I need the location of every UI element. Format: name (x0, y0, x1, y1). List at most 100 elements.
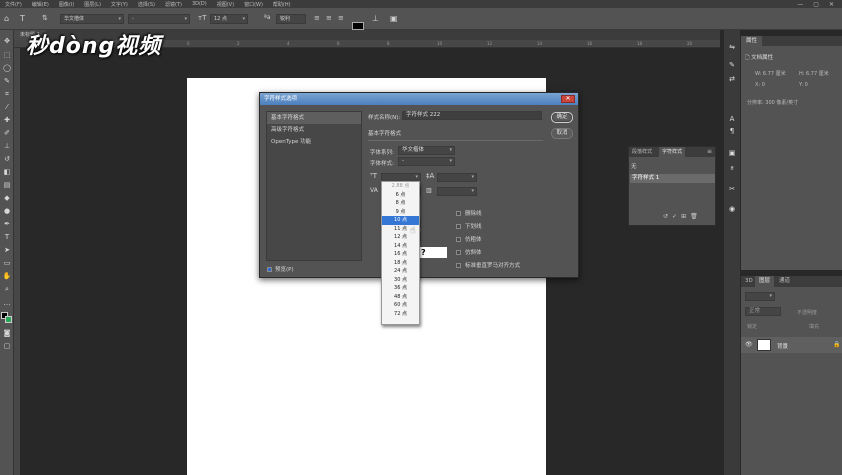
ok-button[interactable]: 确定 (551, 112, 573, 123)
underline-option[interactable]: 下划线 (456, 222, 482, 230)
faux-italic-checkbox[interactable] (456, 249, 461, 255)
character-panel-icon[interactable]: A (727, 114, 737, 124)
move-tool-icon[interactable]: ✥ (2, 36, 12, 46)
font-style-select[interactable]: - ▾ (128, 14, 190, 24)
warp-text-icon[interactable]: ⊥ (372, 14, 379, 23)
hand-tool-icon[interactable]: ✋ (2, 271, 12, 281)
dodge-tool-icon[interactable]: ● (2, 206, 12, 216)
panel-menu-icon[interactable]: ≡ (707, 148, 712, 155)
pen-tool-icon[interactable]: ✒ (2, 219, 12, 229)
tools-icon[interactable]: ✂ (727, 184, 737, 194)
menu-file[interactable]: 文件(F) (0, 1, 27, 8)
font-style-dropdown[interactable]: - ▾ (398, 157, 455, 166)
strikethrough-checkbox[interactable] (456, 210, 461, 216)
crop-tool-icon[interactable]: ⌗ (2, 89, 12, 99)
eraser-tool-icon[interactable]: ◧ (2, 167, 12, 177)
faux-italic-option[interactable]: 仿斜体 (456, 248, 482, 256)
size-option[interactable]: 6 点 (382, 191, 419, 200)
blend-mode-select[interactable]: 正常 (745, 307, 781, 316)
size-option[interactable]: 24 点 (382, 267, 419, 276)
style-name-input[interactable]: 字符样式 222 (402, 111, 542, 120)
visibility-eye-icon[interactable]: 👁 (745, 341, 753, 348)
character-panel-icon[interactable]: ▣ (390, 14, 398, 23)
size-option[interactable]: 36 点 (382, 284, 419, 293)
history-icon[interactable]: ⇋ (727, 42, 737, 52)
size-option[interactable]: 60 点 (382, 301, 419, 310)
commit-icon[interactable]: ✓ (672, 213, 681, 220)
background-color-swatch[interactable] (5, 316, 12, 323)
menu-type[interactable]: 文字(Y) (106, 1, 133, 8)
adjust-icon[interactable]: ⇄ (727, 74, 737, 84)
close-icon[interactable]: ✕ (561, 95, 575, 103)
healing-tool-icon[interactable]: ✚ (2, 115, 12, 125)
font-family-select[interactable]: 华文楷体 ▾ (60, 14, 124, 24)
layer-filter[interactable]: ▾ (745, 292, 775, 301)
menu-select[interactable]: 选择(S) (133, 1, 160, 8)
minimize-button[interactable]: — (797, 1, 803, 8)
size-option[interactable]: 14 点 (382, 242, 419, 251)
antialias-select[interactable]: 锐利 (276, 14, 306, 24)
size-option[interactable]: 72 点 (382, 310, 419, 319)
preview-checkbox[interactable]: 预览(P) (267, 265, 294, 273)
faux-bold-option[interactable]: 仿粗体 (456, 235, 482, 243)
leading-dropdown[interactable]: ▾ (437, 173, 477, 182)
strikethrough-option[interactable]: 删除线 (456, 209, 482, 217)
marquee-tool-icon[interactable]: ⬚ (2, 50, 12, 60)
menu-image[interactable]: 图像(I) (54, 1, 79, 8)
align-center-icon[interactable]: ≡ (326, 14, 332, 22)
screen-mode-icon[interactable]: ▢ (2, 341, 12, 351)
font-family-dropdown[interactable]: 华文楷体 ▾ (398, 146, 455, 155)
underline-checkbox[interactable] (456, 223, 461, 229)
vertical-roman-option[interactable]: 标准垂直罗马对齐方式 (456, 261, 520, 269)
tracking-dropdown[interactable]: ▾ (437, 187, 477, 196)
vertical-roman-checkbox[interactable] (456, 262, 461, 268)
quick-select-tool-icon[interactable]: ✎ (2, 76, 12, 86)
libraries-icon[interactable]: ◉ (727, 204, 737, 214)
faux-bold-checkbox[interactable] (456, 236, 461, 242)
blur-tool-icon[interactable]: ◆ (2, 193, 12, 203)
stamp-tool-icon[interactable]: ⊥ (2, 141, 12, 151)
path-select-icon[interactable]: ➤ (2, 245, 12, 255)
type-tool-icon[interactable]: T (2, 232, 12, 242)
preview-check-box[interactable] (267, 266, 272, 272)
eyedropper-tool-icon[interactable]: ⁄ (2, 102, 12, 112)
cancel-button[interactable]: 取消 (551, 128, 573, 139)
color-preview[interactable]: ? (420, 247, 447, 258)
font-size-select[interactable]: 12 点 ▾ (210, 14, 248, 24)
tab-properties[interactable]: 属性 (741, 36, 763, 46)
menu-filter[interactable]: 滤镜(T) (160, 1, 187, 8)
maximize-button[interactable]: ▢ (813, 1, 819, 8)
tab-channels[interactable]: 通道 (775, 276, 794, 287)
menu-help[interactable]: 帮助(H) (268, 1, 296, 8)
type-tool-icon[interactable]: T (20, 14, 25, 23)
size-option[interactable]: 48 点 (382, 293, 419, 302)
tab-character-styles[interactable]: 字符样式 (659, 147, 686, 157)
gradient-tool-icon[interactable]: ▤ (2, 180, 12, 190)
menu-layer[interactable]: 图层(L) (79, 1, 106, 8)
style-none[interactable]: 无 (631, 162, 637, 170)
menu-edit[interactable]: 编辑(E) (27, 1, 54, 8)
clear-override-icon[interactable]: ↺ (663, 213, 672, 220)
brush-tool-icon[interactable]: ✐ (2, 128, 12, 138)
category-advanced[interactable]: 高级字符格式 (267, 124, 361, 136)
brush-settings-icon[interactable]: ✎ (727, 60, 737, 70)
size-option[interactable]: 30 点 (382, 276, 419, 285)
zoom-tool-icon[interactable]: ⌕ (2, 284, 12, 294)
glyphs-icon[interactable]: ▣ (727, 148, 737, 158)
size-option-selected[interactable]: 10 点 (382, 216, 419, 225)
size-option[interactable]: 18 点 (382, 259, 419, 268)
category-opentype[interactable]: OpenType 功能 (267, 136, 361, 148)
align-right-icon[interactable]: ≡ (338, 14, 344, 22)
character-styles-icon[interactable]: ª (727, 164, 737, 174)
style-row-selected[interactable]: 字符样式 1 (630, 174, 715, 183)
paragraph-panel-icon[interactable]: ¶ (727, 126, 737, 136)
text-color-swatch[interactable] (352, 22, 364, 30)
size-option[interactable]: 9 点 (382, 208, 419, 217)
menu-window[interactable]: 窗口(W) (239, 1, 268, 8)
menu-view[interactable]: 视图(V) (212, 1, 239, 8)
more-tools-icon[interactable]: … (2, 298, 12, 308)
align-left-icon[interactable]: ≡ (314, 14, 320, 22)
lasso-tool-icon[interactable]: ◯ (2, 63, 12, 73)
home-icon[interactable]: ⌂ (4, 14, 9, 23)
text-orientation-icon[interactable]: ⇅ (42, 14, 48, 22)
